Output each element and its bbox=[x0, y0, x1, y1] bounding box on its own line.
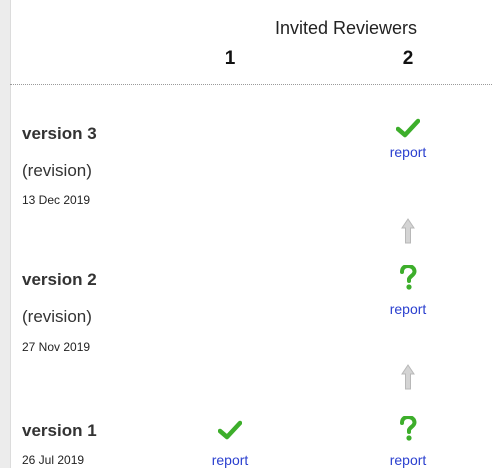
arrow-up-icon bbox=[401, 218, 415, 244]
version-3-date: 13 Dec 2019 bbox=[22, 193, 91, 207]
arrow-up-icon bbox=[401, 364, 415, 390]
left-gutter bbox=[0, 0, 11, 468]
version-2-note: (revision) bbox=[22, 307, 92, 326]
question-icon bbox=[400, 416, 417, 441]
version-1-reviewer-1-report-link[interactable]: report bbox=[200, 452, 260, 468]
question-icon bbox=[400, 265, 417, 290]
reviewers-header: Invited Reviewers bbox=[274, 18, 418, 38]
version-1-date: 26 Jul 2019 bbox=[22, 453, 85, 467]
version-2-date: 27 Nov 2019 bbox=[22, 340, 91, 354]
version-3-note: (revision) bbox=[22, 161, 92, 180]
version-3-reviewer-2-report-link[interactable]: report bbox=[378, 144, 438, 160]
reviewer-column-1: 1 bbox=[224, 48, 236, 69]
version-1-label: version 1 bbox=[22, 421, 97, 440]
check-icon bbox=[218, 420, 242, 440]
reviewer-column-2: 2 bbox=[402, 48, 414, 69]
version-1-reviewer-2-report-link[interactable]: report bbox=[378, 452, 438, 468]
version-2-reviewer-2-report-link[interactable]: report bbox=[378, 301, 438, 317]
version-3-label: version 3 bbox=[22, 124, 97, 143]
header-divider bbox=[10, 84, 492, 85]
check-icon bbox=[396, 118, 420, 138]
version-2-label: version 2 bbox=[22, 270, 97, 289]
